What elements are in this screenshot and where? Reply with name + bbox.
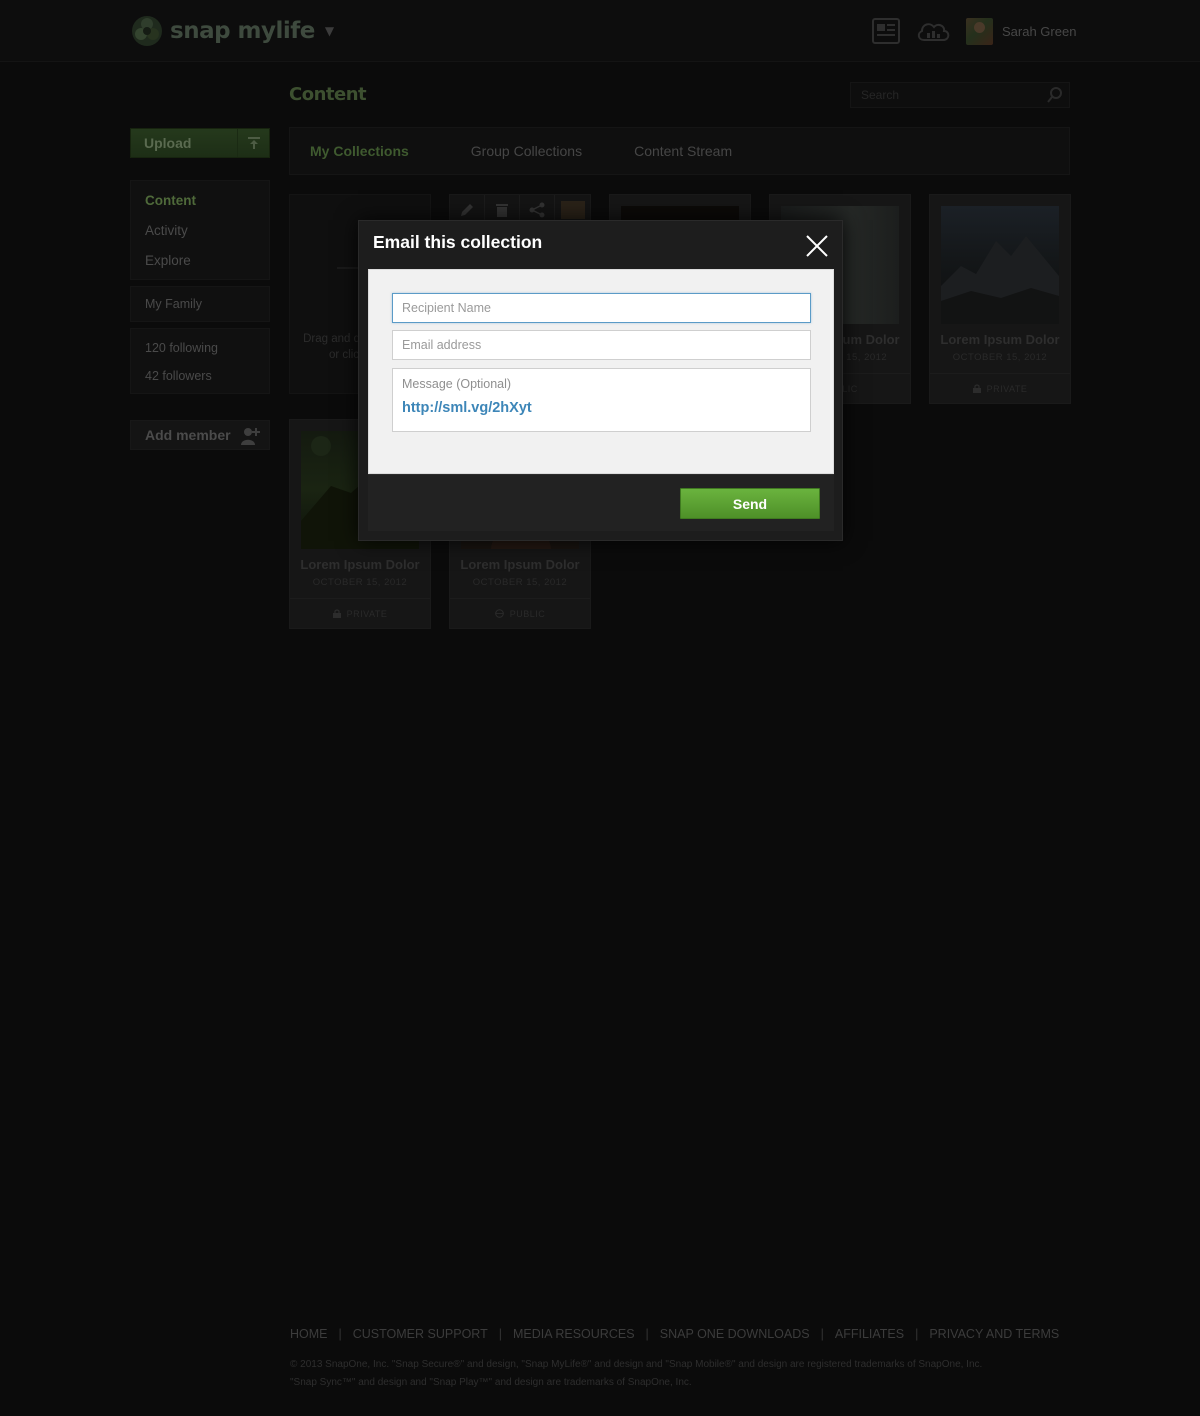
- card-title: Lorem Ipsum Dolor: [300, 557, 420, 572]
- chevron-down-icon[interactable]: ▼: [325, 24, 334, 38]
- search-input[interactable]: [851, 83, 1039, 107]
- share-icon: [529, 202, 545, 218]
- add-member-label: Add member: [145, 427, 231, 443]
- lock-icon: [332, 609, 341, 618]
- top-bar: snap mylife ▼ Sarah Green: [0, 0, 1200, 62]
- close-button[interactable]: [802, 231, 832, 261]
- page-title: Content: [289, 84, 367, 105]
- sidebar-follow-stats: 120 following 42 followers: [130, 328, 270, 394]
- brand-logo[interactable]: snap mylife ▼: [130, 14, 334, 48]
- message-placeholder: Message (Optional): [402, 377, 512, 391]
- sidebar-item-activity[interactable]: Activity: [131, 216, 269, 246]
- recipient-name-input[interactable]: [392, 293, 811, 323]
- snap-logo-icon: [132, 16, 162, 46]
- tab-content-stream[interactable]: Content Stream: [634, 143, 732, 159]
- pencil-icon: [461, 204, 473, 216]
- card-date: OCTOBER 15, 2012: [312, 577, 408, 588]
- copyright-line-2: "Snap Sync™" and design and "Snap Play™"…: [290, 1377, 692, 1388]
- tab-my-collections[interactable]: My Collections: [310, 143, 409, 159]
- trash-icon: [496, 204, 508, 217]
- upload-icon: [237, 129, 269, 157]
- send-button[interactable]: Send: [680, 488, 820, 519]
- message-textarea[interactable]: Message (Optional) http://sml.vg/2hXyt: [392, 368, 811, 432]
- globe-icon: [494, 609, 504, 618]
- copyright-line-1: © 2013 SnapOne, Inc. "Snap Secure®" and …: [290, 1359, 983, 1370]
- add-member-button[interactable]: Add member: [130, 420, 270, 450]
- dialog-body: Message (Optional) http://sml.vg/2hXyt: [368, 269, 834, 474]
- footer-link-privacy-and-terms[interactable]: PRIVACY AND TERMS: [929, 1327, 1059, 1341]
- cloud-icon[interactable]: [914, 17, 952, 45]
- card-privacy: PRIVATE: [290, 598, 430, 628]
- footer-links: HOME | CUSTOMER SUPPORT | MEDIA RESOURCE…: [290, 1327, 1059, 1341]
- footer-separator: |: [915, 1327, 919, 1341]
- lock-icon: [972, 384, 981, 393]
- close-icon: [806, 235, 828, 257]
- sidebar-item-my-family[interactable]: My Family: [131, 290, 269, 318]
- footer-link-customer-support[interactable]: CUSTOMER SUPPORT: [353, 1327, 488, 1341]
- email-address-input[interactable]: [392, 330, 811, 360]
- tab-group-collections[interactable]: Group Collections: [471, 143, 582, 159]
- card-title: Lorem Ipsum Dolor: [940, 332, 1060, 347]
- card-title: Lorem Ipsum Dolor: [460, 557, 580, 572]
- collection-card[interactable]: Lorem Ipsum Dolor OCTOBER 15, 2012 PRIVA…: [929, 194, 1071, 404]
- card-privacy: PUBLIC: [450, 598, 590, 628]
- sidebar-family: My Family: [130, 286, 270, 322]
- search-box: [850, 82, 1070, 108]
- card-date: OCTOBER 15, 2012: [472, 577, 568, 588]
- followers-count[interactable]: 42 followers: [131, 362, 269, 390]
- brand-name: snap mylife: [170, 18, 315, 44]
- card-date: OCTOBER 15, 2012: [952, 352, 1048, 363]
- collection-share-link[interactable]: http://sml.vg/2hXyt: [402, 400, 532, 416]
- footer-link-snap-one-downloads[interactable]: SNAP ONE DOWNLOADS: [660, 1327, 810, 1341]
- card-privacy-label: PRIVATE: [346, 608, 388, 619]
- sidebar-item-explore[interactable]: Explore: [131, 246, 269, 276]
- card-thumbnail: [941, 206, 1059, 324]
- user-name: Sarah Green: [1002, 23, 1077, 39]
- card-privacy: PRIVATE: [930, 373, 1070, 403]
- card-privacy-label: PRIVATE: [986, 383, 1028, 394]
- copyright-notice: © 2013 SnapOne, Inc. "Snap Secure®" and …: [290, 1356, 1050, 1392]
- footer-separator: |: [820, 1327, 824, 1341]
- email-collection-dialog: Email this collection Message (Optional)…: [358, 220, 843, 541]
- avatar: [966, 17, 993, 45]
- search-icon[interactable]: [1047, 87, 1063, 103]
- footer-separator: |: [338, 1327, 342, 1341]
- sidebar-item-content[interactable]: Content: [131, 186, 269, 216]
- footer-separator: |: [645, 1327, 649, 1341]
- upload-button[interactable]: Upload: [130, 128, 270, 158]
- sidebar-nav: Content Activity Explore: [130, 180, 270, 280]
- collection-tabs: My Collections Group Collections Content…: [289, 127, 1070, 175]
- footer-link-media-resources[interactable]: MEDIA RESOURCES: [513, 1327, 635, 1341]
- footer-link-affiliates[interactable]: AFFILIATES: [835, 1327, 904, 1341]
- following-count[interactable]: 120 following: [131, 334, 269, 362]
- card-privacy-label: PUBLIC: [509, 608, 546, 619]
- footer-separator: |: [498, 1327, 502, 1341]
- dialog-title: Email this collection: [373, 232, 543, 252]
- upload-label: Upload: [144, 135, 192, 151]
- news-icon[interactable]: [871, 17, 901, 45]
- add-user-icon: [241, 428, 260, 445]
- user-menu[interactable]: Sarah Green: [966, 17, 1076, 45]
- email-icon: [560, 201, 585, 219]
- dialog-footer: Send: [368, 474, 834, 531]
- footer-link-home[interactable]: HOME: [290, 1327, 328, 1341]
